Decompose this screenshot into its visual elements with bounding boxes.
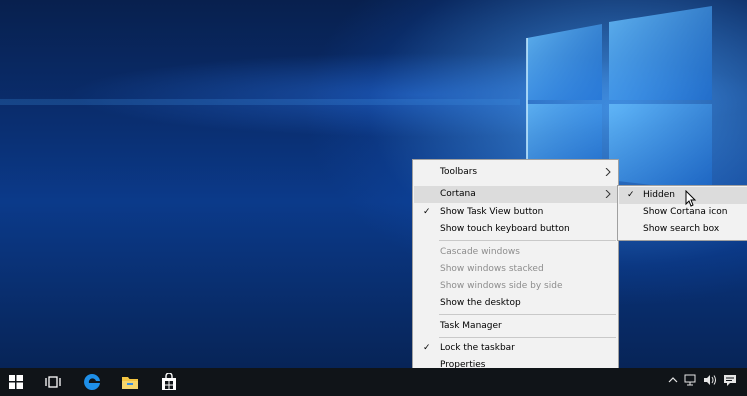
windows-logo-wallpaper [0,6,712,192]
taskbar [0,368,747,396]
volume-button[interactable] [703,374,717,389]
submenu-item-hidden[interactable]: ✓ Hidden [619,187,747,204]
task-view-icon [45,376,61,388]
menu-item-show-desktop[interactable]: Show the desktop [414,295,617,312]
menu-item-show-task-view[interactable]: ✓ Show Task View button [414,204,617,221]
chevron-right-icon [605,168,611,176]
mouse-pointer-icon [685,190,697,207]
network-button[interactable] [684,374,698,389]
volume-icon [704,375,716,385]
menu-item-label: Task Manager [440,321,502,331]
chevron-up-icon [668,377,678,383]
submenu-item-label: Hidden [643,190,675,200]
file-explorer-icon [122,377,138,389]
taskbar-context-menu: Toolbars Cortana ✓ Show Task View button… [412,159,619,377]
menu-item-label: Toolbars [440,167,478,177]
checkmark-icon: ✓ [627,190,635,200]
menu-item-cortana[interactable]: Cortana [414,186,617,203]
network-icon [684,374,696,386]
chevron-right-icon [605,190,611,198]
start-button[interactable] [6,372,26,392]
menu-item-label: Show the desktop [440,298,521,308]
menu-item-cascade-windows: Cascade windows [414,244,617,261]
edge-icon [84,373,100,390]
windows-logo-icon [9,375,23,389]
menu-item-toolbars[interactable]: Toolbars [414,164,617,181]
action-center-button[interactable] [723,374,737,390]
checkmark-icon: ✓ [423,207,431,217]
checkmark-icon: ✓ [423,343,431,353]
menu-item-label: Cortana [440,189,476,199]
menu-item-show-windows-side-by-side: Show windows side by side [414,278,617,295]
menu-item-label: Show Task View button [440,207,544,217]
menu-item-task-manager[interactable]: Task Manager [414,318,617,335]
menu-item-lock-taskbar[interactable]: ✓ Lock the taskbar [414,340,617,357]
store-icon [162,373,176,390]
menu-item-label: Show touch keyboard button [440,224,570,234]
store-button[interactable] [159,372,179,392]
file-explorer-button[interactable] [120,372,140,392]
desktop-wallpaper [0,0,747,368]
menu-item-show-windows-stacked: Show windows stacked [414,261,617,278]
menu-item-label: Lock the taskbar [440,343,515,353]
menu-item-label: Show windows side by side [440,281,563,291]
show-hidden-icons-button[interactable] [668,374,678,388]
submenu-item-show-search-box[interactable]: Show search box [619,221,747,238]
menu-item-show-touch-keyboard[interactable]: Show touch keyboard button [414,221,617,238]
submenu-item-show-cortana-icon[interactable]: Show Cortana icon [619,204,747,221]
action-center-icon [724,375,736,386]
submenu-item-label: Show search box [643,224,720,234]
menu-item-label: Cascade windows [440,247,520,257]
cortana-submenu: ✓ Hidden Show Cortana icon Show search b… [617,185,747,241]
menu-separator [439,337,616,338]
menu-separator [439,240,616,241]
task-view-button[interactable] [43,372,63,392]
edge-button[interactable] [82,372,102,392]
menu-item-label: Show windows stacked [440,264,544,274]
menu-separator [439,314,616,315]
